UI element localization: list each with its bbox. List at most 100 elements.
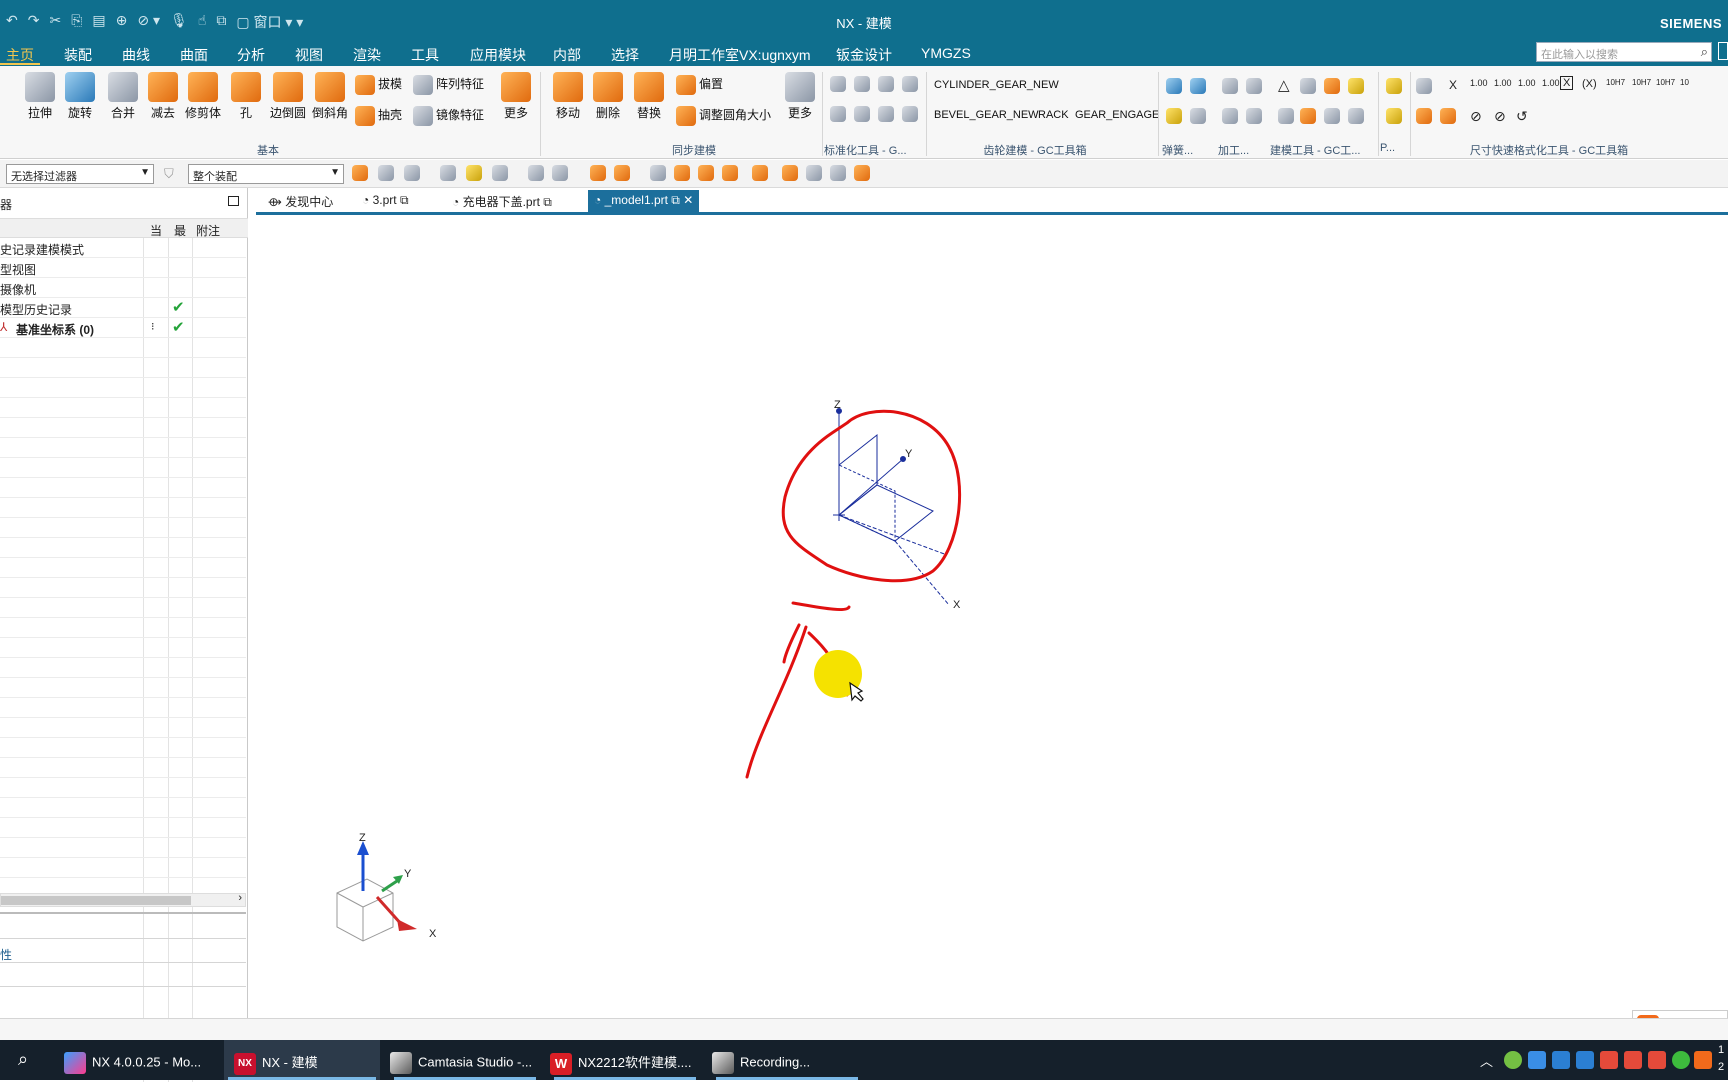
- spring-tool-icon[interactable]: [1166, 108, 1182, 124]
- bevel-gear-button[interactable]: BEVEL_GEAR_NEW: [934, 109, 1039, 121]
- taskbar-app-recording[interactable]: Recording...: [712, 1040, 862, 1080]
- col-current[interactable]: 当: [150, 222, 162, 239]
- tab-studio[interactable]: 月明工作室VX:ugnxym: [663, 43, 817, 65]
- chevron-up-icon[interactable]: ︿: [1480, 1051, 1493, 1070]
- trim-body-button[interactable]: 修剪体: [184, 72, 222, 121]
- tray-icon[interactable]: [1576, 1051, 1594, 1069]
- sogou-tray-icon[interactable]: [1694, 1051, 1712, 1069]
- std-tool-icon[interactable]: [902, 106, 918, 122]
- popout-icon[interactable]: ⧉: [397, 193, 409, 207]
- chamfer-button[interactable]: 倒斜角: [310, 72, 350, 121]
- maximize-icon[interactable]: [228, 196, 239, 206]
- snap-icon[interactable]: [830, 165, 846, 181]
- delete-face-button[interactable]: 删除: [590, 72, 626, 121]
- gear-engage-button[interactable]: GEAR_ENGAGE: [1075, 109, 1159, 121]
- std-tool-icon[interactable]: [854, 76, 870, 92]
- tab-surface[interactable]: 曲面: [174, 43, 214, 65]
- tree-row-model-views[interactable]: 型视图: [0, 258, 246, 278]
- tab-assembly[interactable]: 装配: [58, 43, 98, 65]
- filter-icon[interactable]: ⛉: [164, 166, 174, 182]
- more-sync-button[interactable]: 更多: [783, 72, 817, 121]
- dim-tool-icon[interactable]: ⊘: [1470, 108, 1482, 125]
- modeling-tool-icon[interactable]: [1324, 108, 1340, 124]
- unite-button[interactable]: 合并: [105, 72, 141, 121]
- popout-icon[interactable]: ⧉: [668, 193, 680, 207]
- std-tool-icon[interactable]: [878, 106, 894, 122]
- extrude-button[interactable]: 拉伸: [22, 72, 58, 121]
- std-tool-icon[interactable]: [830, 76, 846, 92]
- wechat-icon[interactable]: [1672, 1051, 1690, 1069]
- select-icon[interactable]: [440, 165, 456, 181]
- taskbar-app-nx4[interactable]: NX 4.0.0.25 - Mo...: [64, 1040, 216, 1080]
- dim-format-x[interactable]: X: [1449, 78, 1457, 92]
- search-icon[interactable]: ⌕: [18, 1049, 28, 1070]
- select-icon[interactable]: [552, 165, 568, 181]
- tray-icon[interactable]: [1648, 1051, 1666, 1069]
- tray-icon[interactable]: [1504, 1051, 1522, 1069]
- tab-discovery-center[interactable]: ⟴ 发现中心: [262, 190, 339, 212]
- machining-tool-icon[interactable]: [1222, 78, 1238, 94]
- tab-sheetmetal[interactable]: 钣金设计: [830, 43, 898, 65]
- modeling-tool-icon[interactable]: [1348, 78, 1364, 94]
- machining-tool-icon[interactable]: [1246, 78, 1262, 94]
- tab-ymgzs[interactable]: YMGZS: [915, 43, 977, 65]
- cylinder-gear-button[interactable]: CYLINDER_GEAR_NEW: [934, 79, 1059, 91]
- horizontal-scrollbar[interactable]: ›: [0, 892, 246, 907]
- std-tool-icon[interactable]: [878, 76, 894, 92]
- mirror-feature-button[interactable]: 镜像特征: [413, 106, 484, 126]
- move-face-button[interactable]: 移动: [550, 72, 586, 121]
- snap-icon[interactable]: [752, 165, 768, 181]
- search-input[interactable]: 在此输入以搜索 ⌕: [1536, 42, 1712, 62]
- replace-face-button[interactable]: 替换: [631, 72, 667, 121]
- tab-select[interactable]: 选择: [605, 43, 645, 65]
- tab-view[interactable]: 视图: [289, 43, 329, 65]
- tab-model1[interactable]: ◔ _model1.prt ⧉ ✕: [588, 190, 700, 212]
- p-tool-icon[interactable]: [1386, 108, 1402, 124]
- rotate-icon[interactable]: ↺: [1516, 108, 1528, 125]
- tab-part-3[interactable]: ◔ 3.prt ⧉: [356, 190, 415, 212]
- spring-tool-icon[interactable]: [1190, 108, 1206, 124]
- scrollbar-thumb[interactable]: [1, 896, 191, 905]
- snap-icon[interactable]: [806, 165, 822, 181]
- snap-icon[interactable]: [698, 165, 714, 181]
- shell-button[interactable]: 抽壳: [355, 106, 402, 126]
- pattern-feature-button[interactable]: 阵列特征: [413, 75, 484, 95]
- dim-format-tol-3[interactable]: 10H7: [1656, 78, 1675, 87]
- modeling-tool-icon[interactable]: [1348, 108, 1364, 124]
- dim-tool-icon[interactable]: [1416, 78, 1432, 94]
- taskbar-app-nx-modeling[interactable]: NX NX - 建模: [224, 1040, 380, 1080]
- properties-section-label[interactable]: 性: [0, 946, 12, 963]
- select-icon[interactable]: [466, 165, 482, 181]
- popout-icon[interactable]: ⧉: [540, 195, 552, 209]
- tray-icon[interactable]: [1600, 1051, 1618, 1069]
- close-icon[interactable]: ✕: [680, 193, 693, 207]
- tree-row-model-history[interactable]: 模型历史记录 ✔: [0, 298, 246, 318]
- machining-tool-icon[interactable]: [1246, 108, 1262, 124]
- dim-format-2[interactable]: 1.00: [1494, 78, 1512, 88]
- clock[interactable]: 12: [1718, 1042, 1724, 1076]
- modeling-tool-icon[interactable]: [1324, 78, 1340, 94]
- type-filter-select[interactable]: 无选择过滤器 ▼: [6, 164, 154, 184]
- restore-icon[interactable]: [1718, 42, 1728, 60]
- tree-row-cameras[interactable]: 摄像机: [0, 278, 246, 298]
- dim-format-1[interactable]: 1.00: [1470, 78, 1488, 88]
- more-basic-button[interactable]: 更多: [499, 72, 533, 121]
- dim-format-3[interactable]: 1.00: [1518, 78, 1536, 88]
- hole-button[interactable]: 孔: [229, 72, 263, 121]
- tray-icon[interactable]: [1552, 1051, 1570, 1069]
- snap-icon[interactable]: [722, 165, 738, 181]
- machining-tool-icon[interactable]: [1222, 108, 1238, 124]
- dim-tool-icon[interactable]: [1416, 108, 1432, 124]
- std-tool-icon[interactable]: [830, 106, 846, 122]
- select-icon[interactable]: [492, 165, 508, 181]
- chevron-right-icon[interactable]: ›: [238, 892, 242, 904]
- tab-curve[interactable]: 曲线: [116, 43, 156, 65]
- graphics-canvas[interactable]: Z Y X Z Y X: [257, 215, 1728, 1018]
- snap-icon[interactable]: [674, 165, 690, 181]
- select-icon[interactable]: [528, 165, 544, 181]
- std-tool-icon[interactable]: [854, 106, 870, 122]
- select-icon[interactable]: [378, 165, 394, 181]
- dim-tool-icon[interactable]: [1440, 108, 1456, 124]
- graphics-window[interactable]: Z Y X Z Y X: [257, 215, 1728, 1018]
- taskbar-app-camtasia[interactable]: Camtasia Studio -...: [390, 1040, 540, 1080]
